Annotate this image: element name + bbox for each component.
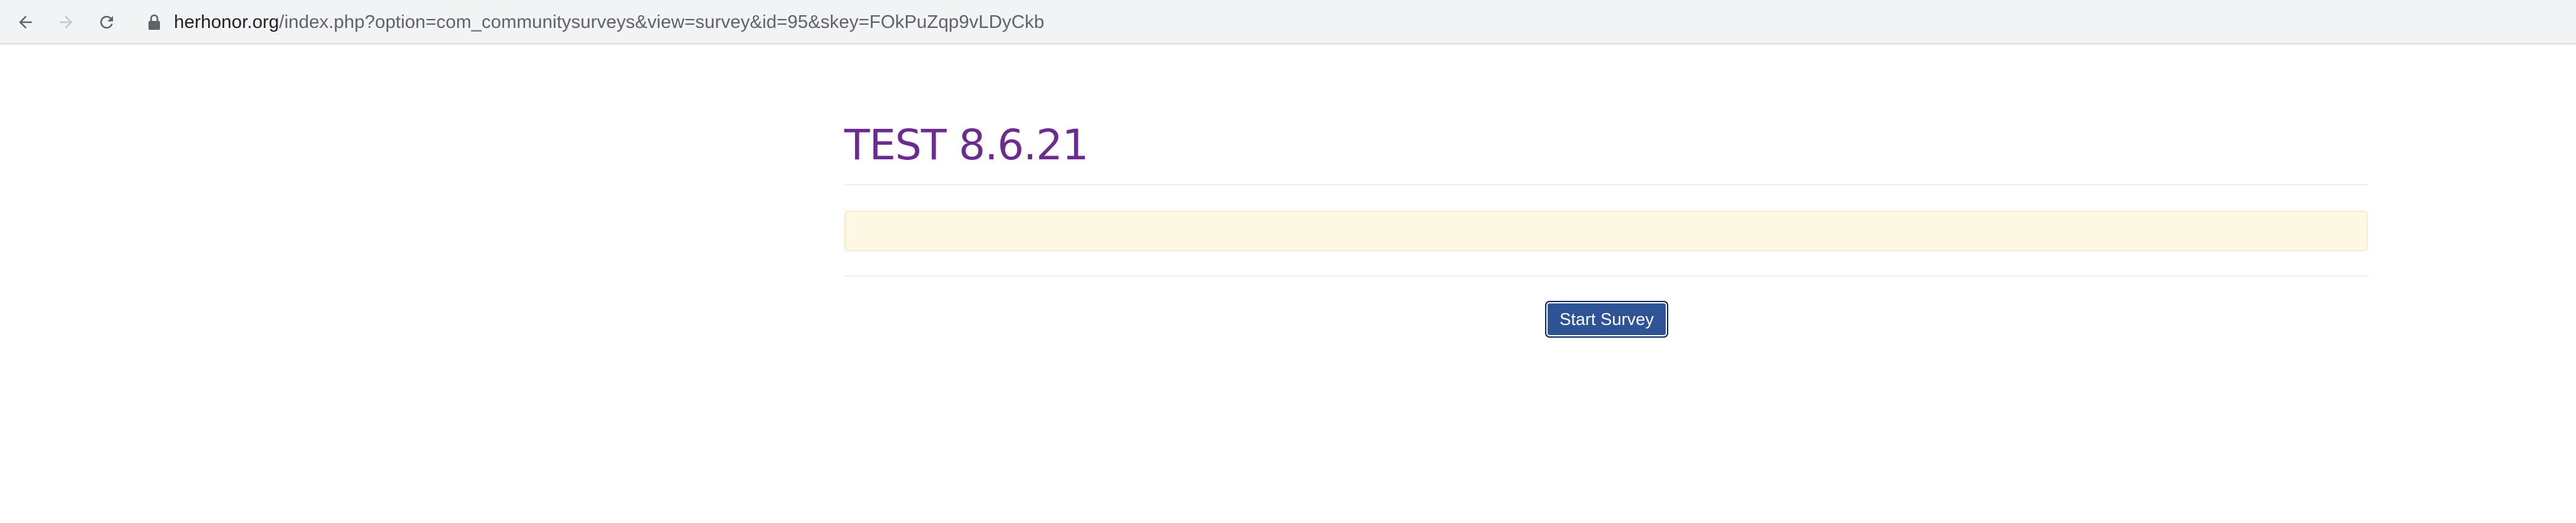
reload-icon bbox=[100, 15, 113, 29]
address-bar[interactable]: herhonor.org/index.php?option=com_commun… bbox=[132, 5, 2563, 39]
lock-icon[interactable] bbox=[147, 13, 161, 31]
start-survey-button[interactable]: Start Survey bbox=[1545, 301, 1668, 338]
title-divider bbox=[844, 184, 2368, 185]
page-title: TEST 8.6.21 bbox=[844, 121, 1089, 169]
url-domain: herhonor.org bbox=[174, 11, 279, 32]
browser-toolbar: herhonor.org/index.php?option=com_commun… bbox=[0, 0, 2576, 44]
arrow-right-icon bbox=[60, 16, 72, 29]
survey-notice-box bbox=[844, 211, 2368, 251]
reload-button[interactable] bbox=[90, 6, 123, 39]
arrow-left-icon bbox=[19, 16, 32, 29]
forward-button[interactable] bbox=[50, 6, 83, 39]
url-path: /index.php?option=com_communitysurveys&v… bbox=[279, 11, 1045, 32]
url-text[interactable]: herhonor.org/index.php?option=com_commun… bbox=[174, 12, 1044, 33]
back-button[interactable] bbox=[9, 6, 42, 39]
content-divider bbox=[844, 275, 2368, 277]
